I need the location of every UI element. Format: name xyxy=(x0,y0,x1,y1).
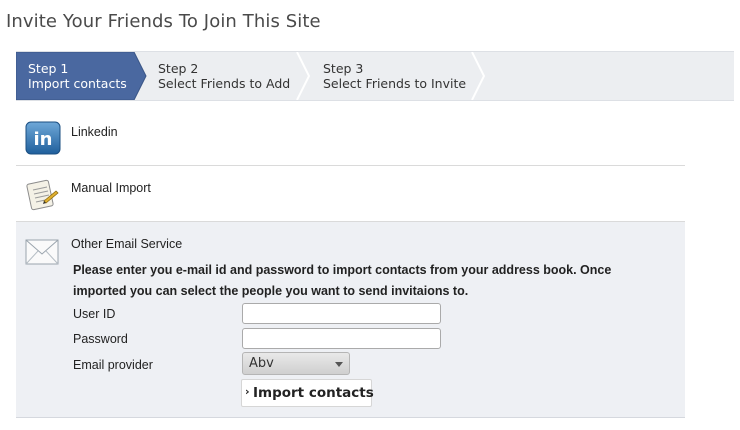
wizard-step-1-label: Import contacts xyxy=(28,76,127,91)
manual-import-label[interactable]: Manual Import xyxy=(71,181,151,195)
linkedin-icon: in xyxy=(25,121,61,159)
wizard-step-2-label: Select Friends to Add xyxy=(158,76,291,91)
wizard-step-3-label: Select Friends to Invite xyxy=(323,76,467,91)
wizard-step-3-number: Step 3 xyxy=(323,61,364,76)
wizard-step-1[interactable]: Step 1 Import contacts xyxy=(16,52,150,100)
linkedin-label[interactable]: Linkedin xyxy=(71,125,118,139)
wizard-step-1-number: Step 1 xyxy=(28,61,69,76)
notepad-icon xyxy=(25,177,61,215)
chevron-down-icon xyxy=(335,362,343,367)
wizard-step-2-number: Step 2 xyxy=(158,61,199,76)
import-contacts-button[interactable]: › Import contacts xyxy=(241,379,374,407)
import-instructions: Please enter you e-mail id and password … xyxy=(73,263,612,298)
svg-text:in: in xyxy=(34,129,53,150)
wizard-step-2[interactable]: Step 2 Select Friends to Add xyxy=(134,52,314,100)
other-email-service-panel: Other Email Service Please enter you e-m… xyxy=(16,222,685,418)
wizard-step-3[interactable]: Step 3 Select Friends to Invite xyxy=(299,52,489,100)
user-id-input[interactable] xyxy=(242,303,441,324)
other-email-service-label[interactable]: Other Email Service xyxy=(71,237,182,251)
password-input[interactable] xyxy=(242,328,441,349)
manual-import-option[interactable]: Manual Import xyxy=(16,166,685,222)
email-provider-label: Email provider xyxy=(73,358,153,372)
wizard-steps: Step 1 Import contacts Step 2 Select Fri… xyxy=(16,51,734,101)
chevron-right-icon: › xyxy=(245,385,250,398)
linkedin-import-option[interactable]: in Linkedin xyxy=(16,110,685,166)
page-title: Invite Your Friends To Join This Site xyxy=(6,11,321,32)
password-label: Password xyxy=(73,332,128,346)
envelope-icon xyxy=(25,239,59,269)
user-id-label: User ID xyxy=(73,307,116,321)
email-provider-value: Abv xyxy=(249,356,274,371)
import-contacts-label: Import contacts xyxy=(253,385,374,401)
email-provider-select[interactable]: Abv xyxy=(242,352,350,375)
